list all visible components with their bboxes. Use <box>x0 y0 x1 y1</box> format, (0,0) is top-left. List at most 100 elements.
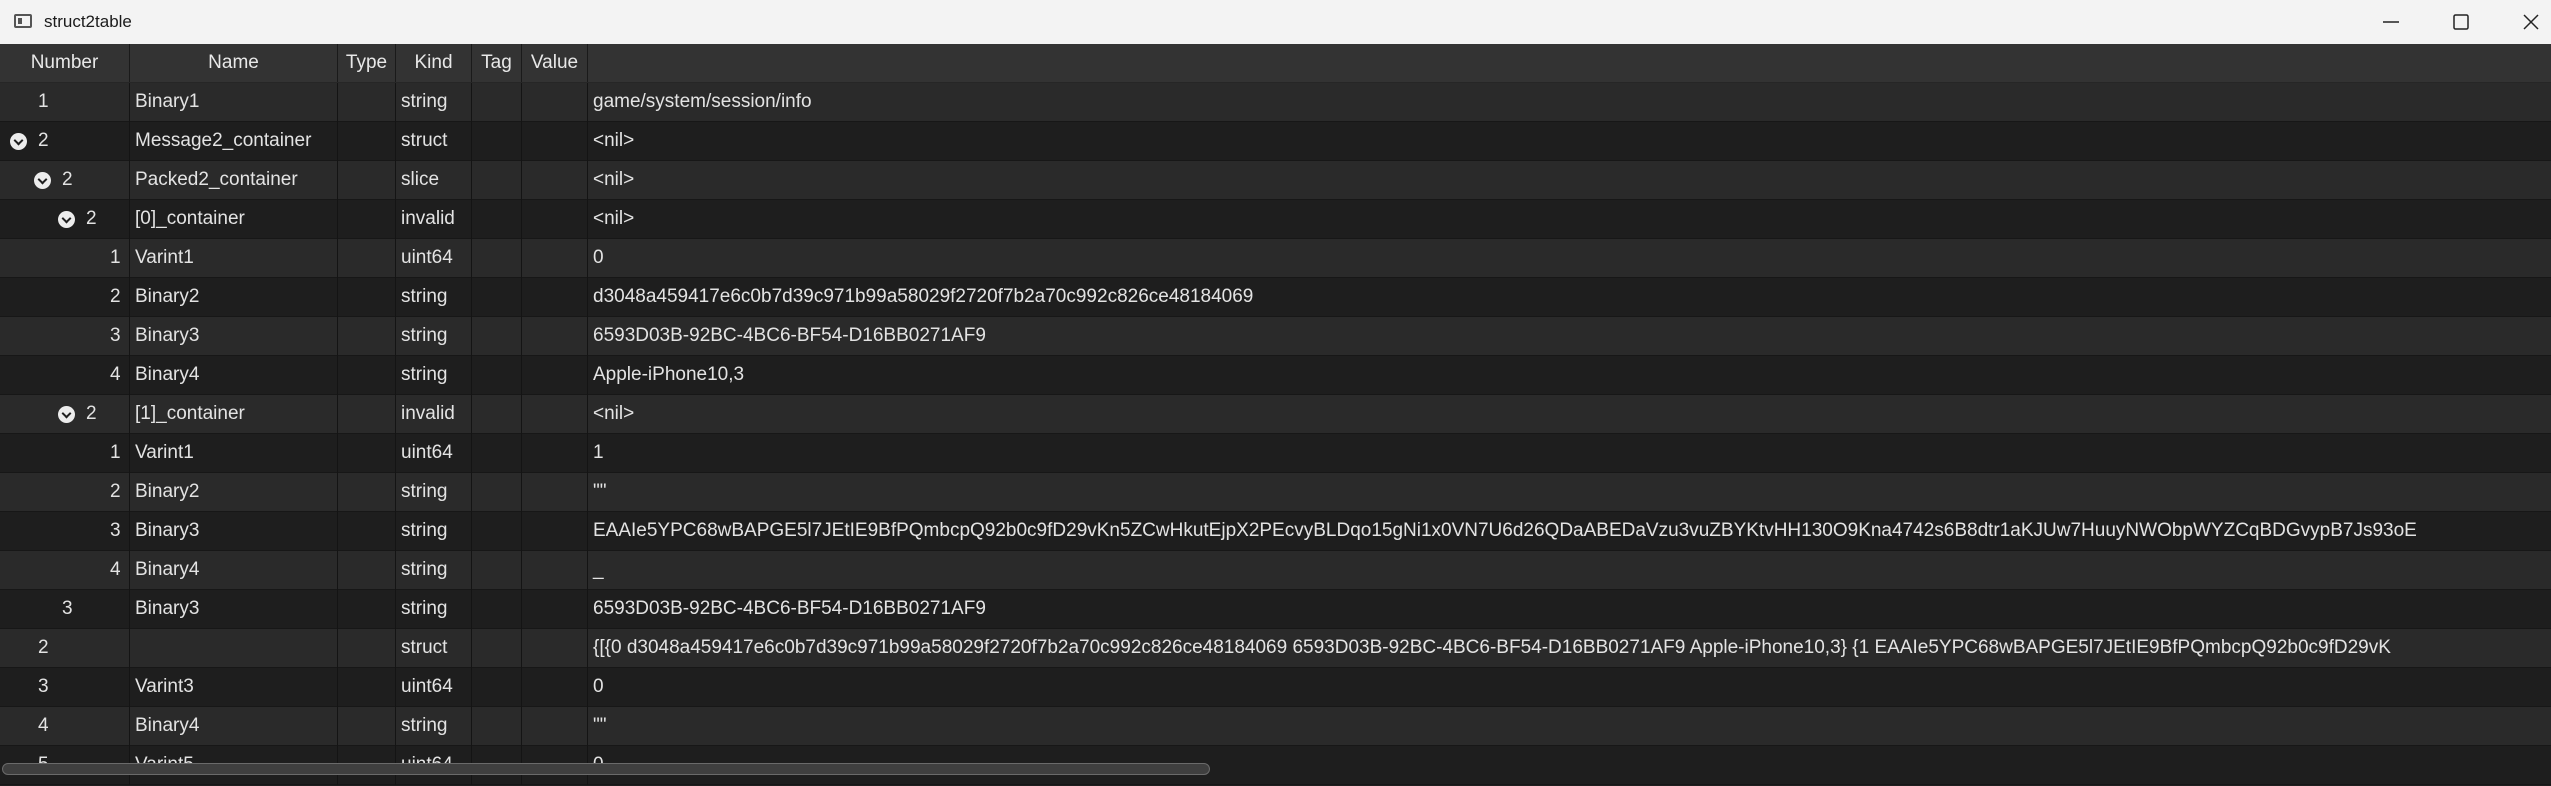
cell-name: Binary2 <box>130 473 338 512</box>
cell-value-narrow <box>522 239 588 278</box>
cell-tag <box>472 278 522 317</box>
cell-tag <box>472 434 522 473</box>
chevron-down-circle-icon[interactable] <box>34 172 51 189</box>
table-row[interactable]: 1 Varint1 uint64 0 <box>0 239 2551 278</box>
table-row[interactable]: 2 struct {[{0 d3048a459417e6c0b7d39c971b99… <box>0 629 2551 668</box>
cell-value: 1 <box>593 442 604 463</box>
cell-value-narrow <box>522 356 588 395</box>
table-row[interactable]: 2 Binary2 string d3048a459417e6c0b7d39c971b… <box>0 278 2551 317</box>
cell-type <box>338 395 396 434</box>
cell-name <box>130 629 338 668</box>
table-row[interactable]: 3 Binary3 string EAAIe5YPC68wBAPGE5l7JEtIE9… <box>0 512 2551 551</box>
cell-type <box>338 434 396 473</box>
maximize-button[interactable] <box>2426 0 2496 44</box>
cell-type <box>338 161 396 200</box>
cell-type <box>338 317 396 356</box>
row-number-text: 2 <box>38 637 49 658</box>
cell-tag <box>472 395 522 434</box>
cell-tag <box>472 122 522 161</box>
column-header-kind[interactable]: Kind <box>396 44 472 82</box>
table-row[interactable]: 3 Binary3 string 6593D03B-92BC-4BC6-BF54-D1… <box>0 317 2551 356</box>
cell-value-narrow <box>522 434 588 473</box>
cell-name: Binary4 <box>130 551 338 590</box>
cell-tag <box>472 473 522 512</box>
row-number-text: 2 <box>110 481 121 502</box>
cell-kind: uint64 <box>396 239 472 278</box>
cell-type <box>338 473 396 512</box>
cell-value-narrow <box>522 551 588 590</box>
cell-value: Apple-iPhone10,3 <box>593 364 745 385</box>
column-header-name[interactable]: Name <box>130 44 338 82</box>
cell-name: Binary3 <box>130 590 338 629</box>
column-header-tag[interactable]: Tag <box>472 44 522 82</box>
table-row[interactable]: 1 Varint1 uint64 1 <box>0 434 2551 473</box>
column-header-number[interactable]: Number <box>0 44 130 82</box>
cell-value-narrow <box>522 278 588 317</box>
table-row[interactable]: 3 Varint3 uint64 0 <box>0 668 2551 707</box>
cell-kind: struct <box>396 122 472 161</box>
table-row[interactable]: 1 Binary1 string game/system/session/info <box>0 83 2551 122</box>
cell-name: [1]_container <box>130 395 338 434</box>
cell-kind: string <box>396 590 472 629</box>
cell-number: 3 <box>0 668 130 707</box>
cell-tag <box>472 200 522 239</box>
table-row[interactable]: 4 Binary4 string "" <box>0 707 2551 746</box>
cell-number: 1 <box>0 239 130 278</box>
chevron-down-circle-icon[interactable] <box>58 406 75 423</box>
minimize-icon <box>2383 21 2399 23</box>
close-button[interactable] <box>2496 0 2551 44</box>
struct-table[interactable]: Number Name Type Kind Tag Value 1 Binary1… <box>0 44 2551 786</box>
minimize-button[interactable] <box>2356 0 2426 44</box>
cell-tag <box>472 551 522 590</box>
close-icon <box>2523 14 2539 30</box>
cell-tag <box>472 356 522 395</box>
maximize-icon <box>2453 14 2469 30</box>
row-number-text: 3 <box>110 325 121 346</box>
cell-number: 2 <box>0 395 130 434</box>
column-header-type[interactable]: Type <box>338 44 396 82</box>
table-row[interactable]: 2 Packed2_container slice <nil> <box>0 161 2551 200</box>
chevron-down-circle-icon[interactable] <box>58 211 75 228</box>
column-header-value[interactable]: Value <box>522 44 588 82</box>
cell-number: 3 <box>0 590 130 629</box>
cell-value-narrow <box>522 590 588 629</box>
row-number-text: 1 <box>110 247 121 268</box>
cell-name: Varint3 <box>130 668 338 707</box>
table-row[interactable]: 2 Binary2 string "" <box>0 473 2551 512</box>
table-row[interactable]: 2 Message2_container struct <nil> <box>0 122 2551 161</box>
table-row[interactable]: 3 Binary3 string 6593D03B-92BC-4BC6-BF54-D1… <box>0 590 2551 629</box>
column-header-filler <box>588 44 2551 82</box>
table-row[interactable]: 4 Binary4 string Apple-iPhone10,3 <box>0 356 2551 395</box>
cell-value-narrow <box>522 122 588 161</box>
cell-kind: uint64 <box>396 668 472 707</box>
cell-type <box>338 278 396 317</box>
cell-kind: string <box>396 83 472 122</box>
cell-name: Packed2_container <box>130 161 338 200</box>
table-row[interactable]: 2 [1]_container invalid <nil> <box>0 395 2551 434</box>
cell-value: d3048a459417e6c0b7d39c971b99a58029f2720f… <box>593 286 1254 307</box>
cell-value-narrow <box>522 473 588 512</box>
cell-name: Binary3 <box>130 317 338 356</box>
table-row[interactable]: 2 [0]_container invalid <nil> <box>0 200 2551 239</box>
cell-value-narrow <box>522 317 588 356</box>
cell-tag <box>472 668 522 707</box>
cell-kind: invalid <box>396 200 472 239</box>
cell-kind: string <box>396 356 472 395</box>
cell-name: Binary3 <box>130 512 338 551</box>
cell-tag <box>472 707 522 746</box>
chevron-down-circle-icon[interactable] <box>10 133 27 150</box>
title-bar: struct2table <box>0 0 2551 45</box>
horizontal-scrollbar-thumb[interactable] <box>2 763 1210 775</box>
cell-kind: string <box>396 512 472 551</box>
row-number-text: 4 <box>38 715 49 736</box>
cell-tag <box>472 317 522 356</box>
cell-name: Message2_container <box>130 122 338 161</box>
cell-value-narrow <box>522 161 588 200</box>
cell-name: Binary1 <box>130 83 338 122</box>
cell-value: 6593D03B-92BC-4BC6-BF54-D16BB0271AF9 <box>593 325 986 346</box>
cell-value-narrow <box>522 707 588 746</box>
cell-name: Binary2 <box>130 278 338 317</box>
cell-number: 4 <box>0 707 130 746</box>
table-row[interactable]: 4 Binary4 string _ <box>0 551 2551 590</box>
cell-kind: slice <box>396 161 472 200</box>
